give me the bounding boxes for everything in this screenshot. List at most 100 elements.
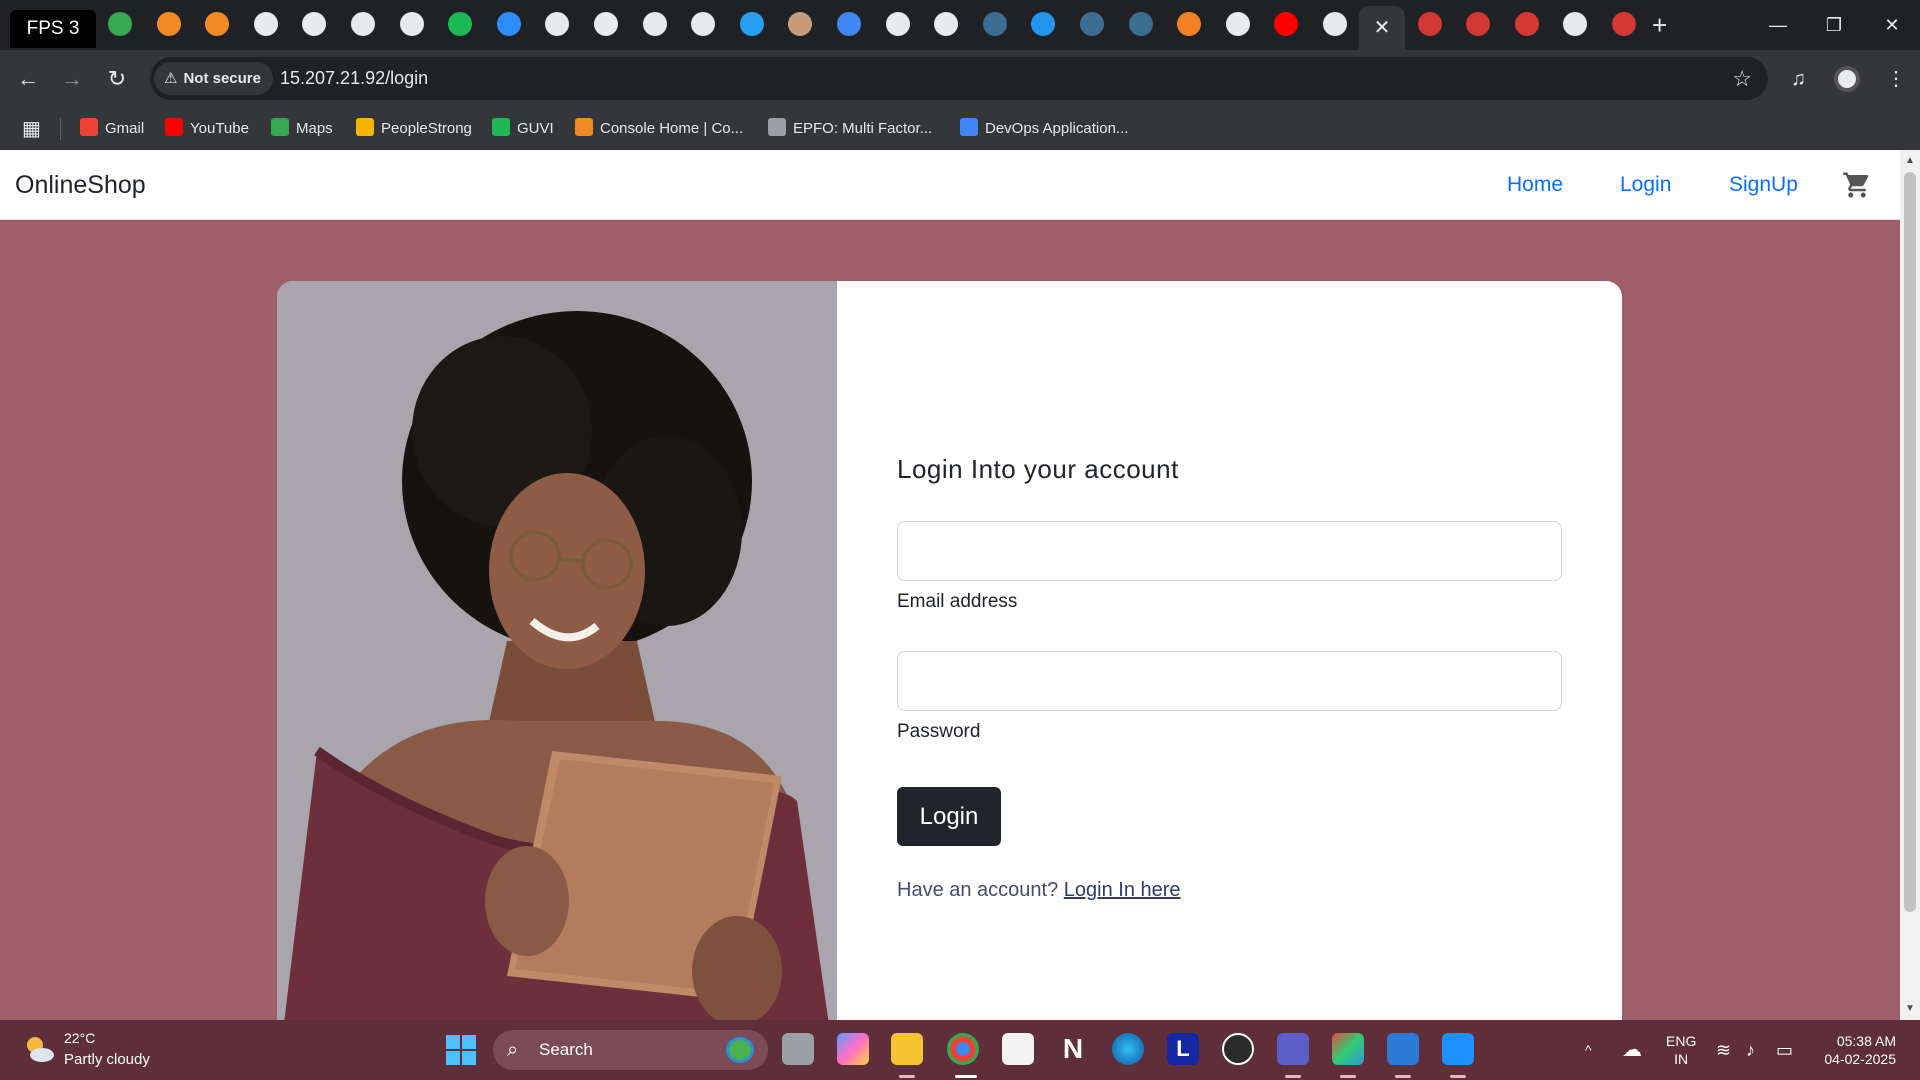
url-text[interactable]: 15.207.21.92/login [280,57,428,100]
site-icon[interactable] [982,12,1007,36]
email-input[interactable] [897,521,1562,581]
running-indicator [1450,1075,1466,1078]
jenkins-icon[interactable] [1417,12,1442,36]
browser-menu-icon[interactable]: ⋮ [1886,64,1906,94]
active-indicator [955,1075,977,1078]
avatar-icon[interactable] [788,12,813,36]
page-scrollbar[interactable]: ▲ ▼ [1900,150,1920,1020]
google-docs-icon[interactable] [837,12,861,36]
forward-button[interactable]: → [57,64,87,94]
site-info-chip[interactable]: ⚠ Not secure [154,62,273,95]
docker-icon[interactable] [1031,12,1056,36]
taskbar-search[interactable]: ⌕ Search [493,1030,768,1070]
itp-icon[interactable] [253,12,278,36]
windows-start-icon[interactable] [446,1035,476,1065]
tray-overflow-chevron-icon[interactable]: ^ [1585,1020,1592,1080]
teams-icon[interactable] [1277,1033,1309,1065]
copilot-icon[interactable] [837,1033,869,1065]
bookmark-item[interactable]: Maps [271,108,333,150]
openai-icon[interactable] [691,12,716,36]
itp-icon[interactable] [302,12,327,36]
system-clock[interactable]: 05:38 AM 04-02-2025 [1818,1032,1896,1068]
aws-console-icon[interactable] [156,12,181,36]
app-l-icon[interactable]: L [1167,1033,1199,1065]
bookmark-favicon-icon [492,118,510,137]
minimize-button[interactable]: — [1758,8,1798,42]
scroll-up-arrow-icon[interactable]: ▲ [1904,154,1916,168]
jenkins-icon[interactable] [1466,12,1491,36]
jenkins-icon[interactable] [1514,12,1539,36]
nav-home-link[interactable]: Home [1507,150,1563,220]
file-explorer-icon[interactable] [891,1033,923,1065]
new-tab-button[interactable]: + [1652,8,1667,42]
media-player-icon[interactable] [1222,1033,1254,1065]
github-icon[interactable] [1323,12,1347,36]
back-button[interactable]: ← [13,64,43,94]
bookmark-item[interactable]: DevOps Application... [960,108,1128,150]
edge-icon[interactable] [1112,1033,1144,1065]
google-icon[interactable] [1563,12,1588,36]
stackoverflow-icon[interactable] [1177,12,1202,36]
bookmark-item[interactable]: Console Home | Co... [575,108,743,150]
site-icon[interactable] [739,12,764,36]
github-icon[interactable] [594,12,618,36]
reload-button[interactable]: ↻ [102,64,132,94]
jenkins-icon[interactable] [1612,12,1636,36]
restore-button[interactable]: ❐ [1814,8,1854,42]
globe-icon [726,1037,754,1063]
profile-avatar[interactable] [1834,66,1860,92]
bookmark-item[interactable]: Gmail [80,108,144,150]
site-icon[interactable] [1080,12,1104,36]
bookmark-label: YouTube [190,120,249,137]
bookmark-item[interactable]: EPFO: Multi Factor... [768,108,932,150]
chrome-icon[interactable] [947,1033,979,1065]
itp-icon[interactable] [399,12,424,36]
aws-console-icon[interactable] [205,12,230,36]
login-button[interactable]: Login [897,787,1001,846]
close-tab-icon[interactable]: ✕ [1359,6,1405,50]
openai-icon[interactable] [642,12,667,36]
itp-icon[interactable] [351,12,375,36]
bookmark-item[interactable]: GUVI [492,108,554,150]
scroll-thumb[interactable] [1904,172,1916,912]
weather-description: Partly cloudy [64,1051,150,1068]
google-meet-icon[interactable] [108,12,132,36]
battery-icon[interactable]: ▭ [1776,1020,1793,1080]
google-icon[interactable] [934,12,959,36]
scroll-down-arrow-icon[interactable]: ▼ [1904,1002,1916,1016]
login-here-link[interactable]: Login In here [1064,879,1181,901]
active-tab[interactable]: ✕ [1359,6,1405,50]
bookmark-item[interactable]: YouTube [165,108,249,150]
nav-signup-link[interactable]: SignUp [1729,150,1798,220]
github-icon[interactable] [545,12,570,36]
login-card: Login Into your account Email address Pa… [277,281,1622,1020]
apps-grid-icon[interactable]: ▦ [22,116,41,142]
google-icon[interactable] [1225,12,1250,36]
partly-cloudy-icon[interactable] [22,1032,56,1066]
bookmark-label: DevOps Application... [985,120,1129,137]
google-icon[interactable] [885,12,910,36]
wifi-icon[interactable]: ≋ [1716,1020,1731,1080]
git-app-icon[interactable] [1332,1033,1364,1065]
shopping-cart-icon[interactable] [1842,170,1872,200]
nav-login-link[interactable]: Login [1620,150,1671,220]
onedrive-cloud-icon[interactable]: ☁ [1622,1020,1642,1080]
microsoft-store-icon[interactable] [1002,1033,1034,1065]
snipping-tool-icon[interactable] [1442,1033,1474,1065]
youtube-icon[interactable] [1274,12,1299,36]
close-window-button[interactable]: ✕ [1872,8,1912,42]
notepad-icon[interactable] [1387,1033,1419,1065]
password-input[interactable] [897,651,1562,711]
zoom-icon[interactable] [496,12,521,36]
address-bar[interactable]: ⚠ Not secure 15.207.21.92/login ☆ [150,57,1768,100]
site-brand[interactable]: OnlineShop [15,150,146,220]
guvi-icon[interactable] [448,12,473,36]
media-control-icon[interactable]: ♫ [1791,64,1806,94]
volume-icon[interactable]: ♪ [1746,1020,1755,1080]
bookmark-item[interactable]: PeopleStrong [356,108,472,150]
site-icon[interactable] [1128,12,1153,36]
bookmark-star-icon[interactable]: ☆ [1732,57,1752,100]
notion-icon[interactable]: N [1057,1033,1089,1065]
task-view-icon[interactable] [782,1033,814,1065]
language-indicator[interactable]: ENG IN [1666,1032,1696,1068]
